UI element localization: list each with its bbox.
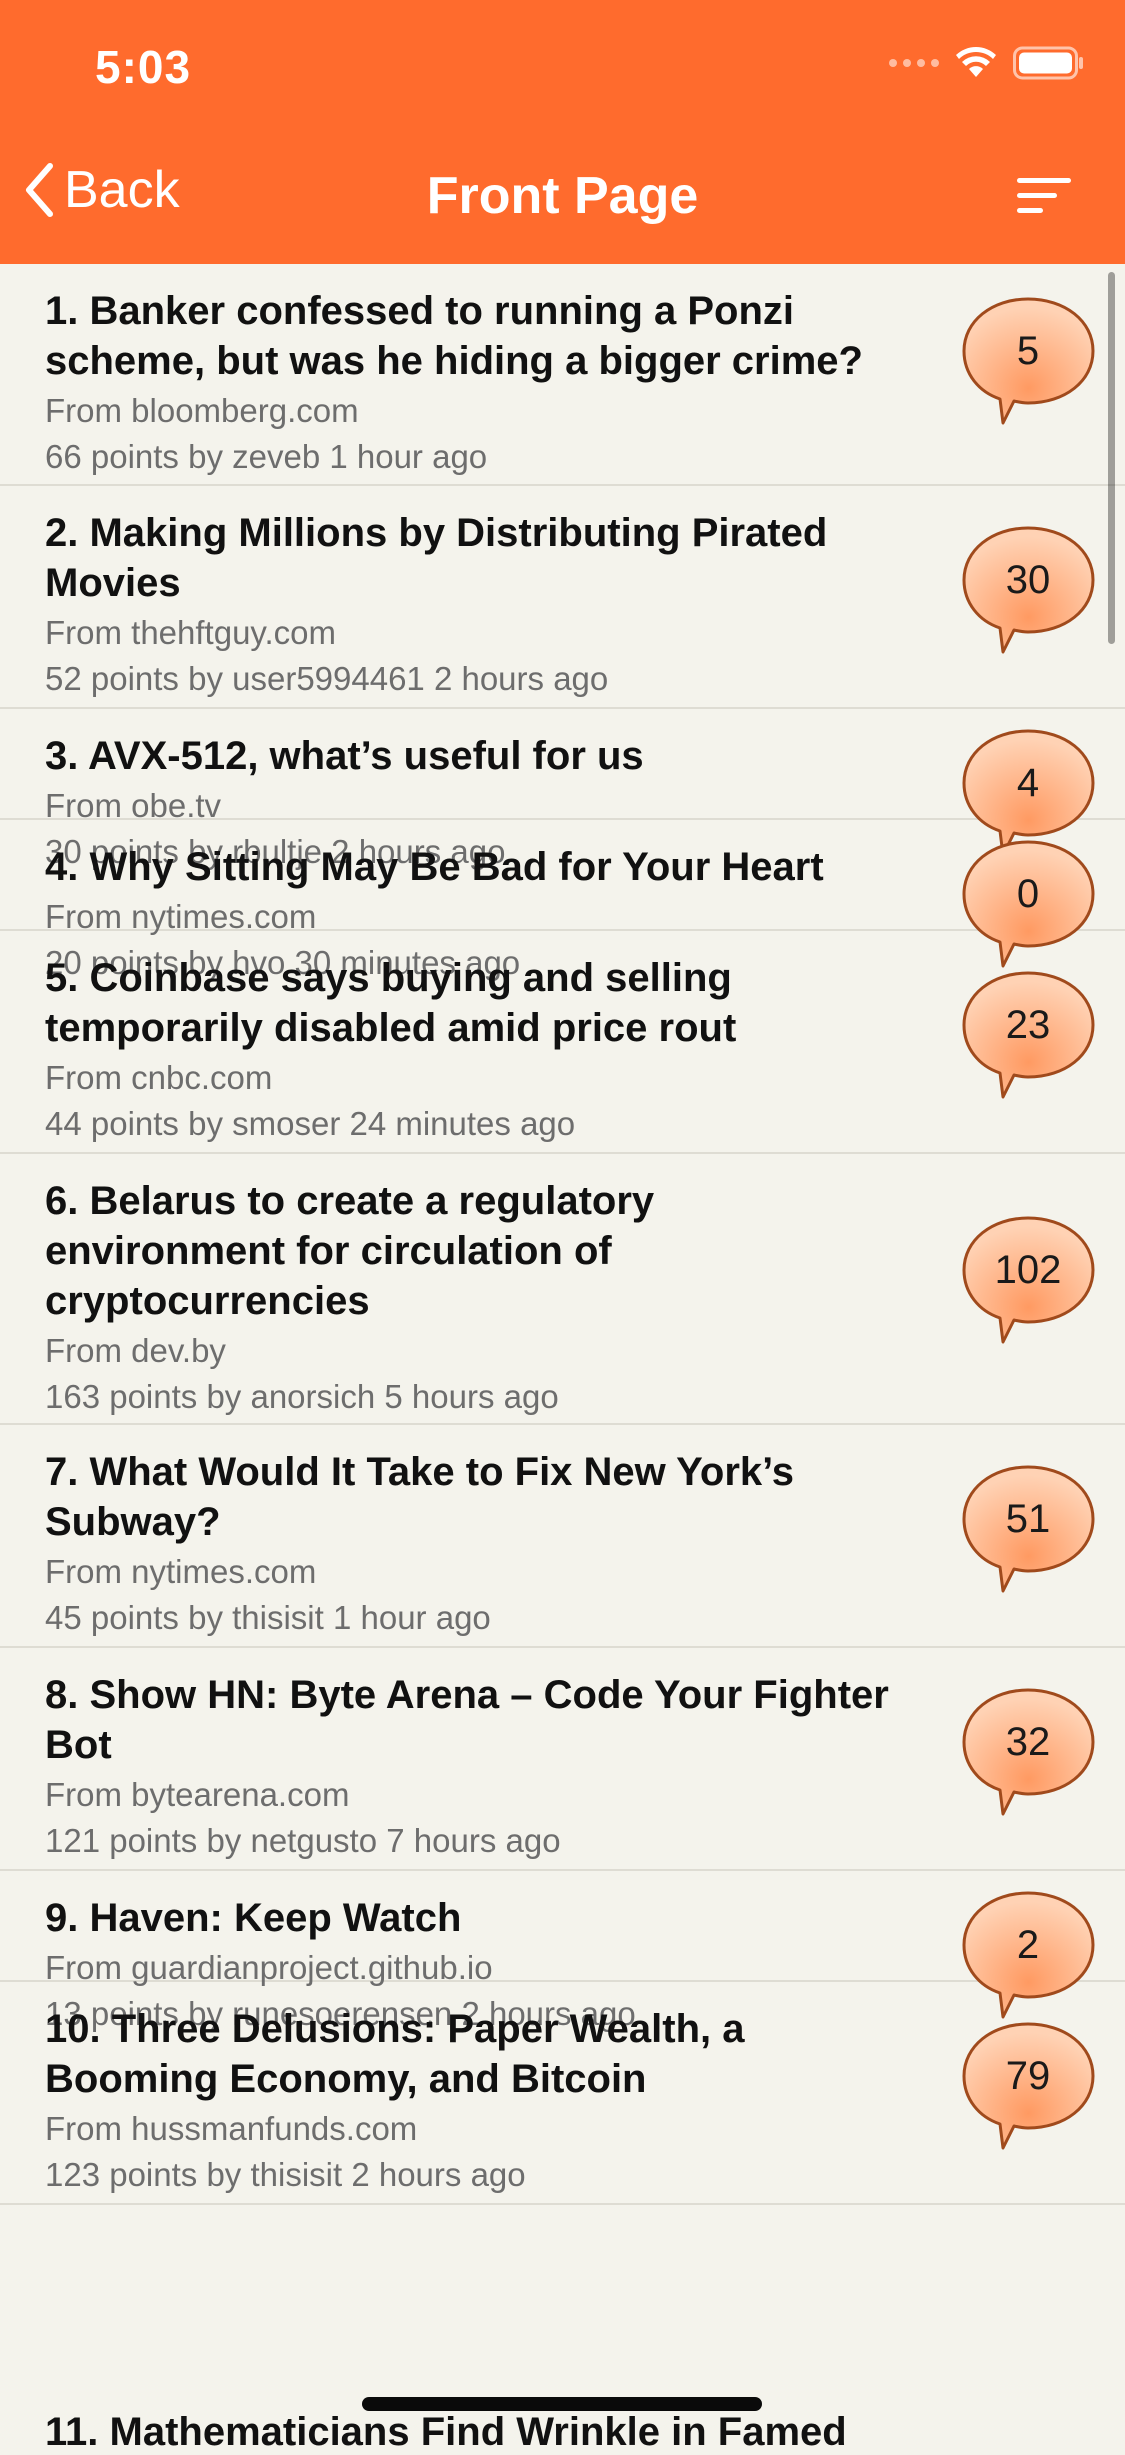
story-title: 10. Three Delusions: Paper Wealth, a Boo… [45, 2007, 745, 2101]
story-row[interactable]: 4. Why Sitting May Be Bad for Your Heart… [0, 820, 1125, 981]
story-title: 7. What Would It Take to Fix New York’s … [45, 1450, 795, 1544]
cellular-signal-icon [889, 59, 939, 67]
story-row[interactable]: 9. Haven: Keep Watch From guardianproject… [0, 1871, 1125, 2032]
comments-count: 32 [1005, 1720, 1051, 1764]
comments-count: 51 [1005, 1497, 1051, 1541]
story-meta: 52 points by user5994461 2 hours ago [45, 660, 609, 697]
comments-count: 30 [1005, 558, 1051, 602]
story-row[interactable]: 7. What Would It Take to Fix New York’s … [0, 1425, 1125, 1648]
story-row[interactable]: 5. Coinbase says buying and selling temp… [0, 931, 1125, 1154]
comments-bubble-button[interactable]: 79 [961, 2022, 1097, 2152]
comments-bubble-button[interactable]: 51 [961, 1465, 1097, 1595]
story-meta: 45 points by thisisit 1 hour ago [45, 1599, 491, 1636]
sort-icon[interactable] [1017, 176, 1073, 216]
story-title: 6. Belarus to create a regulatory enviro… [45, 1179, 655, 1323]
story-row[interactable]: 6. Belarus to create a regulatory enviro… [0, 1154, 1125, 1425]
story-title: 1. Banker confessed to running a Ponzi s… [45, 289, 863, 383]
comments-bubble-button[interactable]: 23 [961, 971, 1097, 1101]
story-row[interactable]: 1. Banker confessed to running a Ponzi s… [0, 264, 1125, 486]
story-list[interactable]: 1. Banker confessed to running a Ponzi s… [0, 264, 1125, 2205]
navigation-header: 5:03 Back Front Page [0, 0, 1125, 264]
comments-count: 23 [1005, 1003, 1051, 1047]
story-title: 8. Show HN: Byte Arena – Code Your Fight… [45, 1673, 889, 1767]
partial-story-title[interactable]: 11. Mathematicians Find Wrinkle in Famed [45, 2410, 847, 2455]
comments-bubble-button[interactable]: 102 [961, 1216, 1097, 1346]
scrollbar[interactable] [1108, 272, 1115, 644]
story-title: 4. Why Sitting May Be Bad for Your Heart [45, 845, 824, 889]
comments-count: 102 [994, 1248, 1062, 1292]
story-title: 9. Haven: Keep Watch [45, 1896, 462, 1940]
story-meta: 121 points by netgusto 7 hours ago [45, 1822, 561, 1859]
story-meta: 123 points by thisisit 2 hours ago [45, 2156, 526, 2193]
comments-bubble-button[interactable]: 5 [961, 297, 1097, 427]
story-row[interactable]: 2. Making Millions by Distributing Pirat… [0, 486, 1125, 709]
story-meta: 163 points by anorsich 5 hours ago [45, 1378, 559, 1415]
story-row[interactable]: 3. AVX-512, what’s useful for us From obe… [0, 709, 1125, 870]
status-time: 5:03 [95, 41, 192, 93]
story-title: 3. AVX-512, what’s useful for us [45, 734, 644, 778]
story-row[interactable]: 8. Show HN: Byte Arena – Code Your Fight… [0, 1648, 1125, 1871]
page-title: Front Page [426, 167, 699, 225]
story-title: 5. Coinbase says buying and selling temp… [45, 956, 737, 1050]
battery-icon [1013, 46, 1083, 80]
wifi-icon [956, 47, 996, 77]
story-meta: 66 points by zeveb 1 hour ago [45, 438, 488, 475]
comments-count: 5 [1016, 329, 1040, 373]
story-meta: 44 points by smoser 24 minutes ago [45, 1105, 576, 1142]
home-indicator[interactable] [362, 2397, 762, 2411]
story-row[interactable]: 10. Three Delusions: Paper Wealth, a Boo… [0, 1982, 1125, 2205]
comments-count: 79 [1005, 2054, 1051, 2098]
status-indicators [889, 46, 1085, 80]
comments-bubble-button[interactable]: 30 [961, 526, 1097, 656]
comments-bubble-button[interactable]: 32 [961, 1688, 1097, 1818]
story-title: 2. Making Millions by Distributing Pirat… [45, 511, 828, 605]
